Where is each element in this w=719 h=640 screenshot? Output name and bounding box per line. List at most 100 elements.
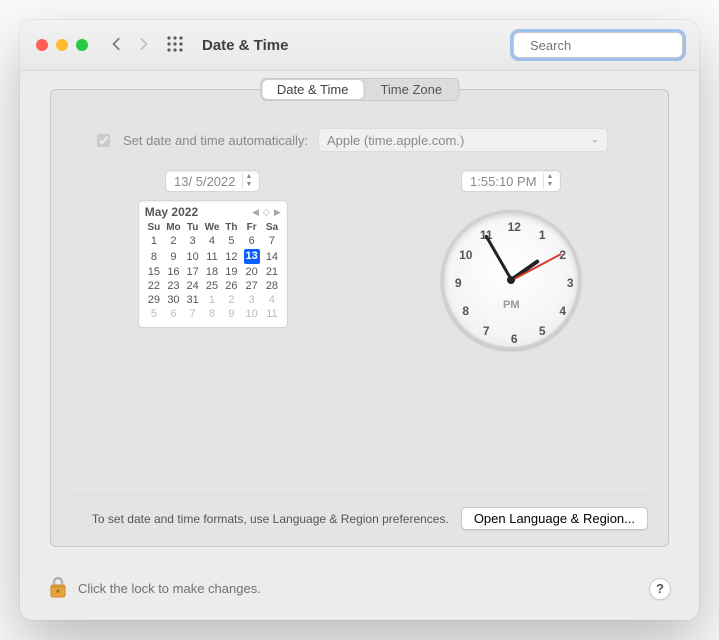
clock-number: 8	[462, 304, 469, 318]
calendar-weekday: Mo	[163, 221, 184, 234]
calendar-day[interactable]: 30	[163, 293, 184, 307]
time-column: 1:55:10 PM ▲▼ 123456789101112 PM	[441, 170, 581, 482]
auto-set-row: Set date and time automatically: Apple (…	[93, 128, 648, 152]
calendar-day[interactable]: 23	[163, 279, 184, 293]
calendar-day[interactable]: 3	[240, 293, 263, 307]
calendar-day[interactable]: 12	[223, 248, 241, 265]
format-hint: To set date and time formats, use Langua…	[71, 512, 449, 526]
panel-footer: To set date and time formats, use Langua…	[71, 494, 648, 530]
time-field[interactable]: 1:55:10 PM ▲▼	[461, 170, 561, 192]
calendar-day[interactable]: 10	[184, 248, 202, 265]
time-stepper[interactable]: ▲▼	[543, 173, 557, 189]
calendar-day[interactable]: 1	[201, 293, 222, 307]
clock-number: 5	[539, 324, 546, 338]
calendar-day[interactable]: 13	[240, 248, 263, 265]
calendar-weekday: Sa	[263, 221, 281, 234]
calendar-day[interactable]: 10	[240, 307, 263, 321]
calendar-day[interactable]: 9	[163, 248, 184, 265]
close-window-button[interactable]	[36, 39, 48, 51]
calendar-day[interactable]: 22	[145, 279, 163, 293]
calendar-day[interactable]: 26	[223, 279, 241, 293]
date-stepper[interactable]: ▲▼	[242, 173, 256, 189]
show-all-icon[interactable]	[166, 35, 184, 56]
help-button[interactable]: ?	[649, 578, 671, 600]
clock-number: 1	[539, 228, 546, 242]
calendar-day[interactable]: 11	[201, 248, 222, 265]
calendar-day[interactable]: 25	[201, 279, 222, 293]
auto-set-label: Set date and time automatically:	[123, 133, 308, 148]
clock-number: 3	[567, 276, 574, 290]
calendar-day[interactable]: 9	[223, 307, 241, 321]
calendar-day[interactable]: 14	[263, 248, 281, 265]
forward-button[interactable]	[136, 37, 150, 54]
date-value: 13/ 5/2022	[174, 174, 235, 189]
calendar-day[interactable]: 2	[223, 293, 241, 307]
search-field[interactable]	[513, 32, 683, 58]
calendar-day[interactable]: 17	[184, 265, 202, 279]
calendar-day[interactable]: 11	[263, 307, 281, 321]
chevron-down-icon: ⌄	[591, 136, 599, 144]
lock-text: Click the lock to make changes.	[78, 581, 261, 596]
calendar-next-icon[interactable]: ▶	[274, 207, 281, 218]
calendar-day[interactable]: 15	[145, 265, 163, 279]
search-input[interactable]	[528, 37, 699, 54]
calendar-weekday: Tu	[184, 221, 202, 234]
tab-time-zone[interactable]: Time Zone	[364, 79, 458, 100]
calendar-day[interactable]: 6	[163, 307, 184, 321]
calendar-day[interactable]: 18	[201, 265, 222, 279]
nav-arrows	[110, 37, 150, 54]
calendar-weekday: Fr	[240, 221, 263, 234]
calendar-weekday: We	[201, 221, 222, 234]
time-server-select[interactable]: Apple (time.apple.com.) ⌄	[318, 128, 608, 152]
clock-cap	[507, 276, 515, 284]
clock-number: 7	[483, 324, 490, 338]
calendar-day[interactable]: 3	[184, 234, 202, 248]
calendar-day[interactable]: 4	[263, 293, 281, 307]
lock-icon[interactable]	[48, 575, 68, 602]
calendar-day[interactable]: 29	[145, 293, 163, 307]
calendar-day[interactable]: 20	[240, 265, 263, 279]
calendar-grid: SuMoTuWeThFrSa 1234567891011121314151617…	[145, 221, 281, 321]
clock-number: 9	[455, 276, 462, 290]
date-field[interactable]: 13/ 5/2022 ▲▼	[165, 170, 260, 192]
clock-ampm: PM	[503, 299, 520, 311]
minimize-window-button[interactable]	[56, 39, 68, 51]
calendar-day[interactable]: 8	[145, 248, 163, 265]
calendar-day[interactable]: 5	[223, 234, 241, 248]
calendar-day[interactable]: 21	[263, 265, 281, 279]
calendar[interactable]: May 2022 ◀ ◇ ▶ SuMoTuWeThFrSa 1234567891…	[138, 200, 288, 328]
calendar-day[interactable]: 24	[184, 279, 202, 293]
clock-number: 4	[559, 304, 566, 318]
panel: Date & Time Time Zone Set date and time …	[50, 89, 669, 547]
calendar-day[interactable]: 4	[201, 234, 222, 248]
second-hand	[511, 253, 561, 281]
zoom-window-button[interactable]	[76, 39, 88, 51]
calendar-day[interactable]: 27	[240, 279, 263, 293]
calendar-day[interactable]: 2	[163, 234, 184, 248]
prefs-window: Date & Time Date & Time Time Zone Set da…	[20, 20, 699, 620]
clock-number: 2	[559, 248, 566, 262]
back-button[interactable]	[110, 37, 124, 54]
calendar-day[interactable]: 7	[263, 234, 281, 248]
clock-number: 6	[511, 332, 518, 346]
calendar-day[interactable]: 31	[184, 293, 202, 307]
calendar-day[interactable]: 5	[145, 307, 163, 321]
calendar-day[interactable]: 16	[163, 265, 184, 279]
calendar-prev-icon[interactable]: ◀	[252, 207, 259, 218]
calendar-today-icon[interactable]: ◇	[263, 207, 270, 218]
calendar-day[interactable]: 28	[263, 279, 281, 293]
clock-number: 10	[459, 248, 472, 262]
auto-set-checkbox[interactable]	[97, 134, 110, 147]
calendar-weekday: Su	[145, 221, 163, 234]
calendar-day[interactable]: 6	[240, 234, 263, 248]
tab-date-time[interactable]: Date & Time	[262, 80, 364, 99]
open-language-region-button[interactable]: Open Language & Region...	[461, 507, 648, 530]
calendar-day[interactable]: 19	[223, 265, 241, 279]
calendar-day[interactable]: 8	[201, 307, 222, 321]
calendar-day[interactable]: 7	[184, 307, 202, 321]
minute-hand	[484, 234, 513, 281]
analog-clock: 123456789101112 PM	[441, 210, 581, 350]
calendar-day[interactable]: 1	[145, 234, 163, 248]
time-server-value: Apple (time.apple.com.)	[327, 133, 464, 148]
content: Date & Time Time Zone Set date and time …	[20, 71, 699, 561]
